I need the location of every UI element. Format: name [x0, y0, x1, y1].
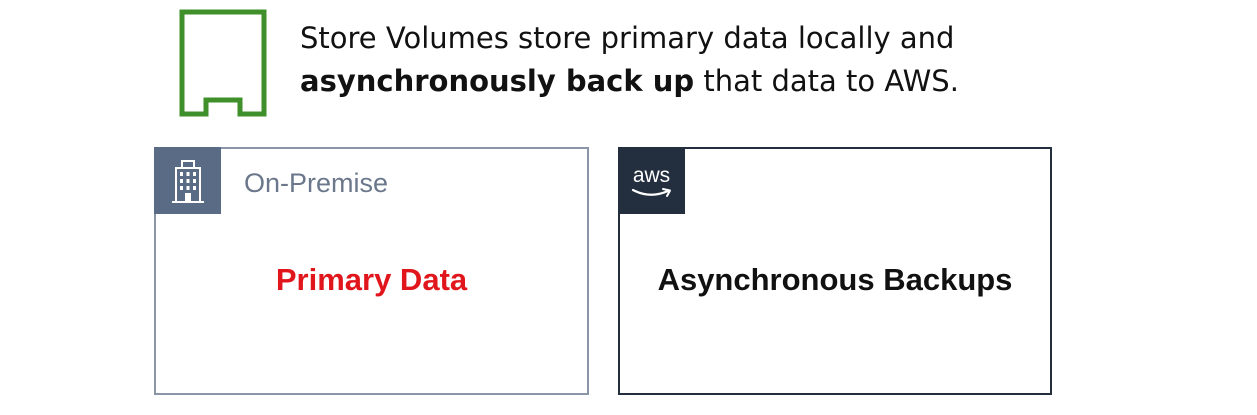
asynchronous-backups-label: Asynchronous Backups	[657, 262, 1013, 297]
aws-badge-text: aws	[632, 163, 671, 187]
caption-emphasis: asynchronously back up	[300, 64, 695, 98]
aws-panel: aws Asynchronous Backups	[618, 147, 1052, 395]
aws-smile-arrow	[631, 187, 671, 197]
caption-line-1: Store Volumes store primary data locally…	[300, 21, 955, 55]
primary-data-label: Primary Data	[275, 262, 468, 297]
header-caption: Store Volumes store primary data locally…	[300, 17, 1060, 103]
caption-line-2: asynchronously back up that data to AWS.	[300, 60, 1060, 103]
aws-logo-icon: aws	[618, 147, 685, 214]
caption-line-2-rest: that data to AWS.	[694, 64, 959, 98]
building-icon	[171, 159, 204, 203]
storage-volume-icon	[179, 9, 267, 117]
on-premise-panel: On-Premise Primary Data	[154, 147, 589, 395]
on-premise-label: On-Premise	[244, 168, 389, 198]
on-premise-badge	[154, 147, 221, 214]
